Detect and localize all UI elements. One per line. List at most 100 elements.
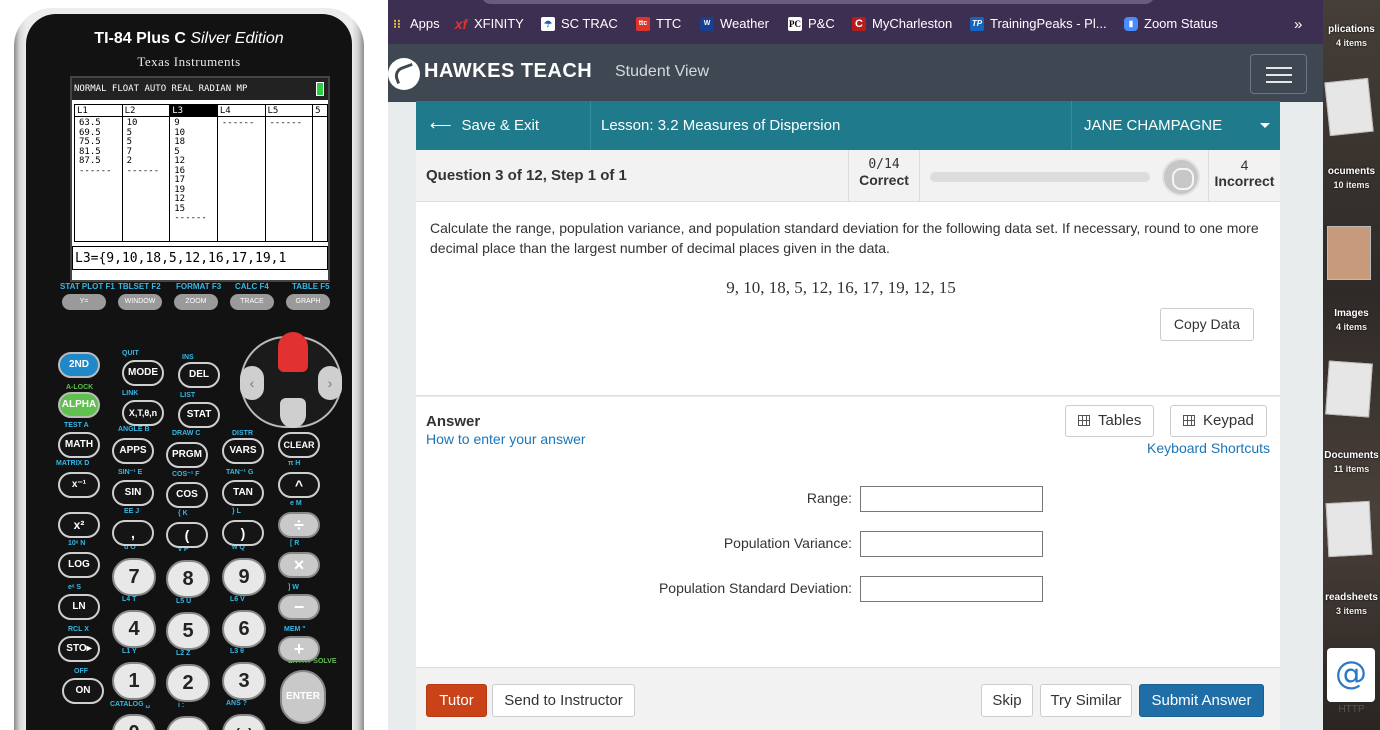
bookmarks-bar: ⁝⁝ Apps xf XFINITY ☂ SC TRAC ttc TTC W W… <box>388 0 1324 50</box>
arrow-down-icon <box>280 398 306 428</box>
data-set: 9, 10, 18, 5, 12, 16, 17, 19, 12, 15 <box>726 278 956 297</box>
submit-answer-button[interactable]: Submit Answer <box>1139 684 1264 717</box>
fn-label: TBLSET F2 <box>118 282 161 291</box>
key-4: 4 <box>112 610 156 648</box>
key-label: EE J <box>124 508 140 515</box>
zoom-icon: ▮ <box>1124 16 1138 31</box>
send-to-instructor-button[interactable]: Send to Instructor <box>492 684 635 717</box>
question-instructions: Calculate the range, population variance… <box>430 220 1259 256</box>
list-header: L1 <box>75 105 122 117</box>
save-exit-button[interactable]: ⟵Save & Exit Practice <box>416 101 591 183</box>
documents-stack-2[interactable] <box>1325 360 1377 426</box>
list-column-l5: L5 ------ <box>265 105 314 241</box>
skip-button[interactable]: Skip <box>981 684 1033 717</box>
key-label: L3 θ <box>230 648 244 655</box>
http-file[interactable]: @ <box>1327 648 1375 702</box>
try-similar-button[interactable]: Try Similar <box>1040 684 1132 717</box>
document-icon <box>1325 360 1373 418</box>
list-cells: ------ <box>269 118 303 128</box>
tables-label: Tables <box>1098 412 1142 429</box>
correct-label: Correct <box>859 172 909 188</box>
fn-label: STAT PLOT F1 <box>60 282 115 291</box>
key-label: L6 V <box>230 596 245 603</box>
bookmark-weather[interactable]: W Weather <box>700 16 769 31</box>
browser-window: ⁝⁝ Apps xf XFINITY ☂ SC TRAC ttc TTC W W… <box>388 0 1324 730</box>
stack-label: Documents <box>1324 450 1379 461</box>
key-label: TAN⁻¹ G <box>226 469 254 476</box>
bookmark-pc[interactable]: PC P&C <box>788 16 835 31</box>
key-comma: , <box>112 520 154 546</box>
user-menu[interactable]: JANE CHAMPAGNE <box>1071 101 1280 150</box>
key-log: LOG <box>58 552 100 578</box>
keypad-button[interactable]: Keypad <box>1170 405 1267 437</box>
key-zoom: ZOOM <box>174 294 218 310</box>
tutor-button[interactable]: Tutor <box>426 684 487 717</box>
key-divide: ÷ <box>278 512 320 538</box>
key-label: ] W <box>288 584 299 591</box>
key-inverse: x⁻¹ <box>58 472 100 498</box>
action-bar: Tutor Send to Instructor Skip Try Simila… <box>416 668 1280 730</box>
variance-row: Population Variance: <box>416 531 1280 557</box>
tables-button[interactable]: Tables <box>1065 405 1155 437</box>
practice-nav: ⟵Save & Exit Practice Lesson: 3.2 Measur… <box>416 101 1280 183</box>
bookmark-ttc[interactable]: ttc TTC <box>636 16 681 31</box>
key-prgm: PRGM <box>166 442 208 468</box>
arrow-right-icon: › <box>318 366 342 400</box>
key-xton: X,T,θ,n <box>122 400 164 426</box>
key-1: 1 <box>112 662 156 700</box>
answer-title: Answer <box>426 413 481 430</box>
bookmark-mycharleston[interactable]: C MyCharleston <box>852 16 952 31</box>
key-label: ANGLE B <box>118 426 150 433</box>
key-label: i : <box>178 702 185 709</box>
key-label: OFF <box>74 668 88 675</box>
list-cells: 63.5 69.5 75.5 81.5 87.5 ------ <box>79 118 112 176</box>
stack-label: plications <box>1328 24 1375 35</box>
key-y-equals: Y= <box>62 294 106 310</box>
bookmark-trainingpeaks[interactable]: TP TrainingPeaks - Pl... <box>970 16 1107 31</box>
bookmark-label: TrainingPeaks - Pl... <box>990 16 1107 31</box>
menu-button[interactable] <box>1250 54 1307 94</box>
bookmark-apps[interactable]: ⁝⁝ Apps <box>390 16 439 31</box>
key-graph: GRAPH <box>286 294 330 310</box>
bookmark-sc-trac[interactable]: ☂ SC TRAC <box>541 16 618 31</box>
key-apps: APPS <box>112 438 154 464</box>
images-stack[interactable] <box>1325 226 1377 290</box>
bookmark-label: TTC <box>656 16 682 31</box>
bookmark-xfinity[interactable]: xf XFINITY <box>454 16 524 31</box>
how-to-enter-link[interactable]: How to enter your answer <box>426 431 586 447</box>
bookmarks-overflow-button[interactable]: » <box>1294 16 1302 33</box>
hawkes-logo-icon <box>388 58 420 90</box>
weather-icon: W <box>700 16 714 31</box>
bookmark-zoom-status[interactable]: ▮ Zoom Status <box>1124 16 1218 31</box>
key-label: ANS ? <box>226 700 247 707</box>
list-cells: ------ <box>221 118 255 128</box>
key-label: A-LOCK <box>66 384 94 391</box>
range-input[interactable] <box>860 486 1043 512</box>
key-on: ON <box>62 678 104 704</box>
std-dev-input[interactable] <box>860 576 1043 602</box>
trainingpeaks-icon: TP <box>970 16 984 31</box>
keyboard-shortcuts-link[interactable]: Keyboard Shortcuts <box>1147 440 1270 456</box>
list-editor: L1 63.5 69.5 75.5 81.5 87.5 ------ L2 10… <box>74 104 328 242</box>
table-icon <box>1078 415 1090 426</box>
documents-stack[interactable] <box>1324 77 1377 144</box>
incorrect-counter: 4 Incorrect <box>1208 150 1280 202</box>
spreadsheets-stack[interactable] <box>1325 500 1377 566</box>
key-label: L5 U <box>176 598 192 605</box>
question-position: Question 3 of 12, Step 1 of 1 <box>426 167 627 184</box>
key-minus: − <box>278 594 320 620</box>
at-sign-icon: @ <box>1335 654 1367 692</box>
caret-down-icon <box>1260 123 1270 128</box>
bookmark-label: XFINITY <box>474 16 524 31</box>
key-ln: LN <box>58 594 100 620</box>
arrow-up-icon <box>278 332 308 372</box>
answer-panel: Answer How to enter your answer Tables K… <box>416 397 1280 668</box>
variance-input[interactable] <box>860 531 1043 557</box>
correct-count: 0/14 <box>868 157 900 172</box>
range-row: Range: <box>416 486 1280 512</box>
key-label: CATALOG ␣ <box>110 701 150 708</box>
calculator-photo: TI-84 Plus C Silver Edition Texas Instru… <box>0 0 388 730</box>
key-label: RCL X <box>68 626 89 633</box>
key-caret: ^ <box>278 472 320 498</box>
copy-data-button[interactable]: Copy Data <box>1160 308 1254 341</box>
